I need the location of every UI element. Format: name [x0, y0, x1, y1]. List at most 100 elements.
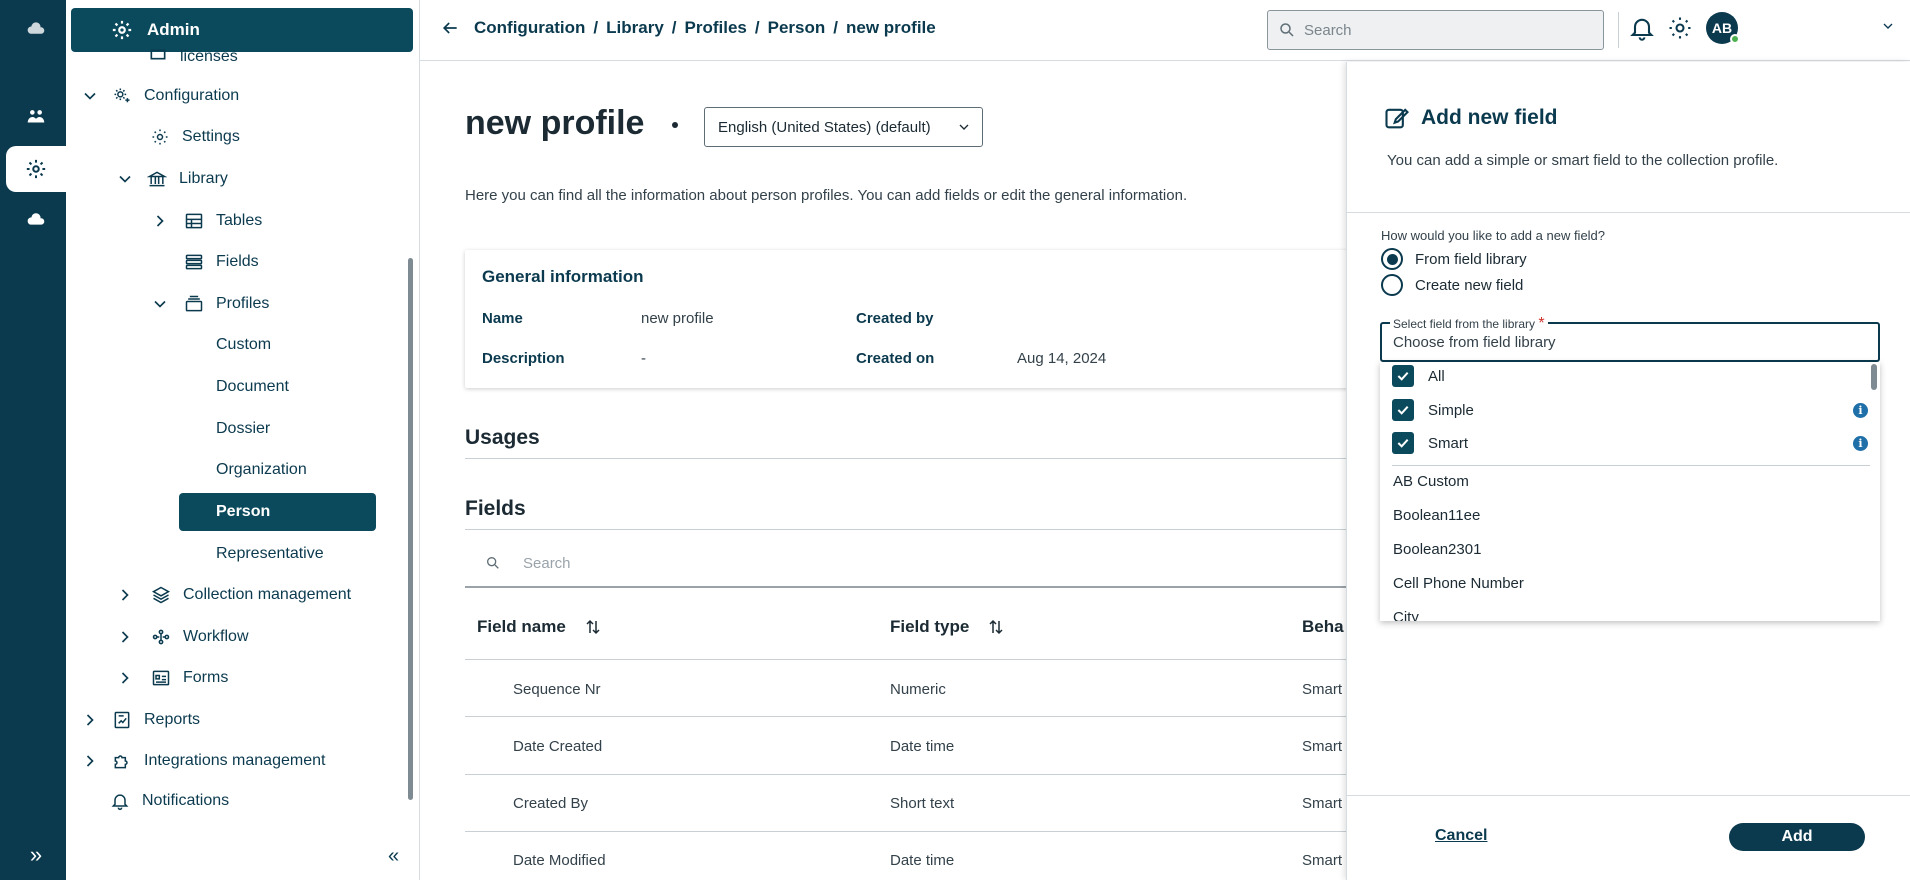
language-select[interactable]: English (United States) (default)	[704, 107, 983, 147]
sidebar-item-notifications[interactable]: Notifications	[108, 784, 229, 818]
cancel-button[interactable]: Cancel	[1435, 827, 1487, 845]
add-method-question: How would you like to add a new field?	[1381, 228, 1606, 243]
rail-cloud-icon-2[interactable]	[6, 198, 66, 244]
unsaved-indicator	[672, 122, 678, 128]
fields-heading: Fields	[465, 497, 526, 520]
select-label: Select field from the library *	[1390, 315, 1548, 333]
field-library-select[interactable]: Select field from the library * Choose f…	[1380, 315, 1880, 362]
search-icon	[487, 557, 499, 569]
dropdown-option[interactable]: AB Custom	[1393, 473, 1469, 490]
add-button[interactable]: Add	[1729, 823, 1865, 851]
configuration-icon	[110, 84, 134, 108]
collapse-sidebar-button[interactable]: «	[388, 845, 399, 868]
sidebar-scrollbar[interactable]	[408, 258, 413, 800]
dropdown-option[interactable]: Cell Phone Number	[1393, 575, 1524, 592]
usages-heading[interactable]: Usages	[465, 426, 540, 450]
sidebar-item-fields[interactable]: Fields	[182, 245, 259, 279]
admin-gear-icon	[112, 20, 132, 40]
dropdown-option[interactable]: Boolean2301	[1393, 541, 1481, 558]
fields-search-input[interactable]: Search	[465, 540, 1346, 588]
breadcrumb-configuration[interactable]: Configuration	[474, 18, 585, 38]
sidebar-item-representative[interactable]: Representative	[216, 537, 324, 571]
info-icon[interactable]: i	[1853, 403, 1868, 418]
checkbox-checked[interactable]	[1392, 399, 1414, 421]
column-header-behavior[interactable]: Beha	[1302, 617, 1344, 637]
back-arrow-icon[interactable]	[440, 18, 460, 38]
drawer-subtitle: You can add a simple or smart field to t…	[1387, 152, 1779, 169]
sidebar-item-profiles[interactable]: Profiles	[150, 287, 269, 321]
sidebar-item-document[interactable]: Document	[216, 370, 289, 404]
column-header-field-type[interactable]: Field type	[890, 617, 1005, 637]
table-icon	[182, 209, 206, 233]
expand-rail-button[interactable]: »	[6, 832, 66, 878]
filter-simple-checkbox[interactable]: Simple	[1392, 399, 1474, 421]
sidebar-item-custom[interactable]: Custom	[216, 328, 271, 362]
gear-icon	[148, 125, 172, 149]
sidebar-item-reports[interactable]: Reports	[80, 703, 200, 737]
chevron-right-icon	[115, 627, 135, 647]
created-on-label: Created on	[856, 350, 935, 367]
select-placeholder: Choose from field library	[1393, 334, 1556, 351]
dropdown-divider	[1392, 465, 1870, 466]
chevron-down-icon[interactable]	[1880, 18, 1896, 39]
rail-cloud-icon[interactable]	[6, 8, 66, 54]
sidebar-item-settings[interactable]: Settings	[146, 120, 240, 154]
breadcrumb-library[interactable]: Library	[606, 18, 664, 38]
radio-button[interactable]	[1381, 274, 1403, 296]
sidebar-item-integrations[interactable]: Integrations management	[80, 744, 325, 778]
table-header-divider	[465, 659, 1346, 660]
filter-smart-checkbox[interactable]: Smart	[1392, 432, 1468, 454]
sidebar-item-collection-management[interactable]: Collection management	[115, 578, 351, 612]
info-icon[interactable]: i	[1853, 436, 1868, 451]
sidebar-item-workflow[interactable]: Workflow	[115, 620, 249, 654]
dropdown-scrollbar[interactable]	[1871, 364, 1877, 390]
chevron-down-icon	[80, 86, 100, 106]
general-info-heading: General information	[482, 267, 644, 286]
sidebar-item-organization[interactable]: Organization	[216, 453, 307, 487]
name-label: Name	[482, 310, 523, 327]
admin-label: Admin	[147, 20, 200, 39]
chevron-right-icon	[115, 585, 135, 605]
add-field-drawer: Add new field You can add a simple or sm…	[1346, 62, 1910, 880]
radio-from-field-library[interactable]: From field library	[1381, 248, 1527, 270]
drawer-footer-divider	[1347, 795, 1910, 796]
description-label: Description	[482, 350, 565, 367]
sidebar-item-tables[interactable]: Tables	[150, 204, 262, 238]
usages-divider	[465, 458, 1346, 459]
sidebar-item-dossier[interactable]: Dossier	[216, 412, 270, 446]
app-root: » Admin licenses Configuration Settings …	[0, 0, 1910, 880]
general-info-card: General information Name new profile Des…	[465, 250, 1346, 388]
radio-button-selected[interactable]	[1381, 248, 1403, 270]
filter-all-checkbox[interactable]: All	[1392, 365, 1445, 387]
dropdown-option[interactable]: City	[1393, 609, 1419, 621]
admin-header[interactable]: Admin	[71, 8, 413, 52]
topbar: Configuration / Library / Profiles / Per…	[420, 0, 1910, 61]
checkbox-checked[interactable]	[1392, 432, 1414, 454]
sidebar-item-person[interactable]: Person	[179, 493, 376, 531]
column-header-field-name[interactable]: Field name	[477, 617, 602, 637]
name-value: new profile	[641, 310, 714, 327]
topbar-divider	[1618, 12, 1619, 48]
puzzle-icon	[110, 749, 134, 773]
sidebar-item-licenses[interactable]: licenses	[146, 47, 238, 67]
rail-people-icon[interactable]	[6, 94, 66, 140]
radio-create-new-field[interactable]: Create new field	[1381, 274, 1523, 296]
chevron-right-icon	[80, 751, 100, 771]
page-description: Here you can find all the information ab…	[465, 187, 1188, 204]
rail-settings-icon[interactable]	[6, 146, 66, 192]
sidebar-item-library[interactable]: Library	[115, 162, 228, 196]
dropdown-option[interactable]: Boolean11ee	[1393, 507, 1480, 524]
sort-icon	[989, 619, 1003, 635]
sidebar-item-forms[interactable]: Forms	[115, 661, 228, 695]
drawer-title: Add new field	[1383, 104, 1558, 132]
global-search-input[interactable]: Search	[1267, 10, 1604, 50]
gear-icon[interactable]	[1666, 14, 1694, 42]
created-on-value: Aug 14, 2024	[1017, 350, 1107, 367]
bell-icon[interactable]	[1628, 14, 1656, 42]
checkbox-checked[interactable]	[1392, 365, 1414, 387]
page-title: new profile	[465, 104, 645, 142]
breadcrumb-profiles[interactable]: Profiles	[685, 18, 747, 38]
sidebar-item-configuration[interactable]: Configuration	[80, 79, 239, 113]
reports-icon	[110, 708, 134, 732]
breadcrumb-person[interactable]: Person	[768, 18, 826, 38]
